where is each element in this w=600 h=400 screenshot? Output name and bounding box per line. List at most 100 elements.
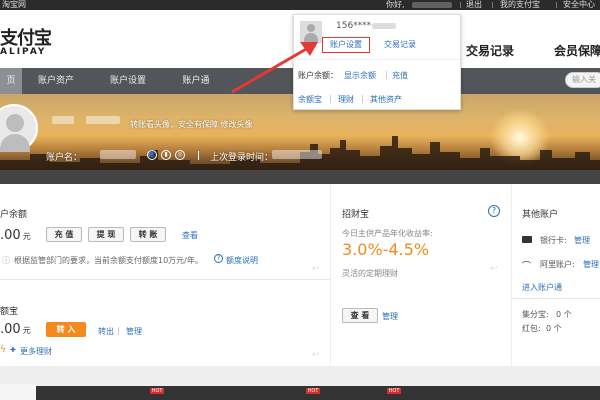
- other-assets-link[interactable]: 其他资产: [370, 94, 402, 105]
- zhaocaibao-subtitle: 今日主供产品年化收益率:: [342, 229, 433, 238]
- topbar-divider: [556, 2, 557, 8]
- blurred-account: [372, 23, 396, 29]
- zhaocaibao-rate: 3.0%-4.5%: [342, 240, 430, 259]
- transfer-in-button[interactable]: 转 入: [46, 322, 86, 337]
- blurred-account-name: [100, 150, 136, 159]
- yuebao-amount: .00 元: [0, 322, 31, 337]
- top-bar: 淘宝网 你好, 退出 我的支付宝 安全中心: [0, 0, 600, 10]
- ali-account-label: 阿里账户:: [540, 260, 575, 269]
- licai-link[interactable]: 理财: [338, 94, 354, 105]
- return-arrow-icon: ↩: [312, 264, 320, 274]
- ali-account-manage-link[interactable]: 管理: [583, 259, 599, 270]
- jifenbao-label: 集分宝:: [522, 310, 549, 319]
- topbar-divider: [492, 2, 493, 8]
- withdraw-button[interactable]: 提 现: [88, 227, 124, 242]
- info-icon: ⓘ: [2, 256, 10, 265]
- blurred-text: [86, 116, 120, 124]
- zhaocaibao-manage-link[interactable]: 管理: [382, 311, 398, 322]
- alipay-logo-sub: ALIPAY: [0, 47, 47, 57]
- hongbao-value: 0 个: [546, 324, 562, 333]
- hongbao-label: 红包:: [522, 324, 541, 333]
- quota-explain-link[interactable]: 额度说明: [226, 255, 258, 266]
- return-arrow-icon: ↩: [312, 350, 320, 360]
- search-input[interactable]: 输入关: [565, 72, 600, 88]
- nav-transactions[interactable]: 交易记录: [466, 42, 514, 59]
- phone-bound-icon[interactable]: ▮: [161, 150, 171, 160]
- transfer-out-link[interactable]: 转出: [98, 326, 114, 337]
- banner-shadow-strip: [0, 170, 600, 184]
- yuebao-value: .00: [0, 322, 21, 337]
- certificate-icon[interactable]: ◎: [175, 150, 185, 160]
- enter-account-tong-link[interactable]: 进入账户通: [522, 282, 562, 293]
- ali-account-icon: ⌒: [522, 262, 532, 272]
- popup-sep: [386, 71, 387, 79]
- bottom-tile[interactable]: [0, 384, 36, 400]
- blurred-username: [412, 2, 452, 8]
- yuebao-link[interactable]: 余额宝: [298, 94, 322, 105]
- blurred-login-time: [272, 150, 322, 159]
- popup-avatar[interactable]: [300, 21, 322, 43]
- id-verified-icon[interactable]: 👤: [147, 150, 157, 160]
- view-balance-link[interactable]: 查看: [182, 230, 198, 241]
- my-alipay-link[interactable]: 我的支付宝: [500, 0, 540, 10]
- help-circle-icon: ?: [214, 254, 223, 263]
- transaction-records-link[interactable]: 交易记录: [384, 39, 416, 50]
- other-accounts-title: 其他账户: [522, 210, 559, 220]
- popup-account-number: 156****: [336, 21, 372, 31]
- balance-amount: .00 元: [0, 228, 31, 243]
- plus-icon: ✚: [10, 346, 16, 354]
- tab-account-assets[interactable]: 账户资产: [26, 68, 86, 94]
- logout-link[interactable]: 退出: [466, 0, 482, 10]
- zhaocaibao-title: 招财宝: [342, 210, 370, 220]
- quota-note: 根据监管部门的要求，当前余额支付额度10万元/年。: [14, 256, 203, 265]
- bank-card-manage-link[interactable]: 管理: [574, 235, 590, 246]
- account-dropdown: 156**** 账户设置 交易记录 账户余额： 显示余额 充值 余额宝 理财 其…: [293, 14, 461, 110]
- recharge-link[interactable]: 充值: [392, 70, 408, 81]
- recharge-button[interactable]: 充 值: [46, 227, 82, 242]
- nav-member-protection[interactable]: 会员保障: [554, 42, 600, 59]
- taobao-link[interactable]: 淘宝网: [2, 0, 26, 10]
- popup-sep: [362, 95, 363, 103]
- balance-value: .00: [0, 228, 21, 243]
- bank-card-label: 银行卡:: [540, 236, 567, 245]
- hot-badge: HOT: [150, 388, 164, 394]
- divider: [512, 298, 600, 299]
- account-settings-link[interactable]: 账户设置: [322, 37, 370, 53]
- avatar-hint[interactable]: 转账看头像，安全有保障 修改头像: [130, 119, 253, 130]
- zhaocaibao-desc: 灵活的定期理财: [342, 269, 398, 278]
- balance-unit: 元: [22, 232, 31, 241]
- lightning-icon: ϟ: [0, 345, 6, 355]
- blurred-text: [52, 116, 74, 124]
- tab-label: 账户资产: [37, 76, 74, 86]
- jifenbao-value: 0 个: [556, 310, 572, 319]
- bank-card-icon: [522, 236, 532, 243]
- help-icon[interactable]: ?: [488, 205, 500, 217]
- more-finance-link[interactable]: 更多理财: [20, 346, 52, 357]
- tab-account-settings[interactable]: 账户设置: [98, 68, 158, 94]
- zhaocaibao-view-button[interactable]: 查 看: [342, 308, 378, 323]
- transfer-button[interactable]: 转 账: [130, 227, 166, 242]
- security-center-link[interactable]: 安全中心: [563, 0, 595, 10]
- banner-divider: [198, 151, 199, 160]
- return-arrow-icon: ↩: [490, 264, 498, 274]
- tab-label: 页: [6, 76, 16, 86]
- balance-title: 户余额: [0, 210, 28, 220]
- hot-badge: HOT: [387, 388, 401, 394]
- link-divider: [118, 327, 119, 335]
- account-name-label: 账户名：: [46, 153, 83, 163]
- popup-sep: [330, 95, 331, 103]
- hot-badge: HOT: [306, 388, 320, 394]
- tab-account-tong[interactable]: 账户通: [170, 68, 222, 94]
- bottom-promo-bar: [0, 386, 600, 400]
- balance-label: 账户余额：: [298, 71, 338, 80]
- yuebao-unit: 元: [22, 326, 31, 335]
- topbar-divider: [460, 2, 461, 8]
- popup-divider: [294, 59, 460, 60]
- yuebao-title: 额宝: [0, 307, 19, 317]
- greeting-text: 你好,: [386, 0, 405, 9]
- last-login-label: 上次登录时间：: [210, 153, 274, 163]
- tab-label: 账户设置: [109, 76, 146, 86]
- show-balance-link[interactable]: 显示余额: [344, 70, 376, 81]
- tab-home[interactable]: 页: [0, 68, 22, 94]
- yuebao-manage-link[interactable]: 管理: [126, 326, 142, 337]
